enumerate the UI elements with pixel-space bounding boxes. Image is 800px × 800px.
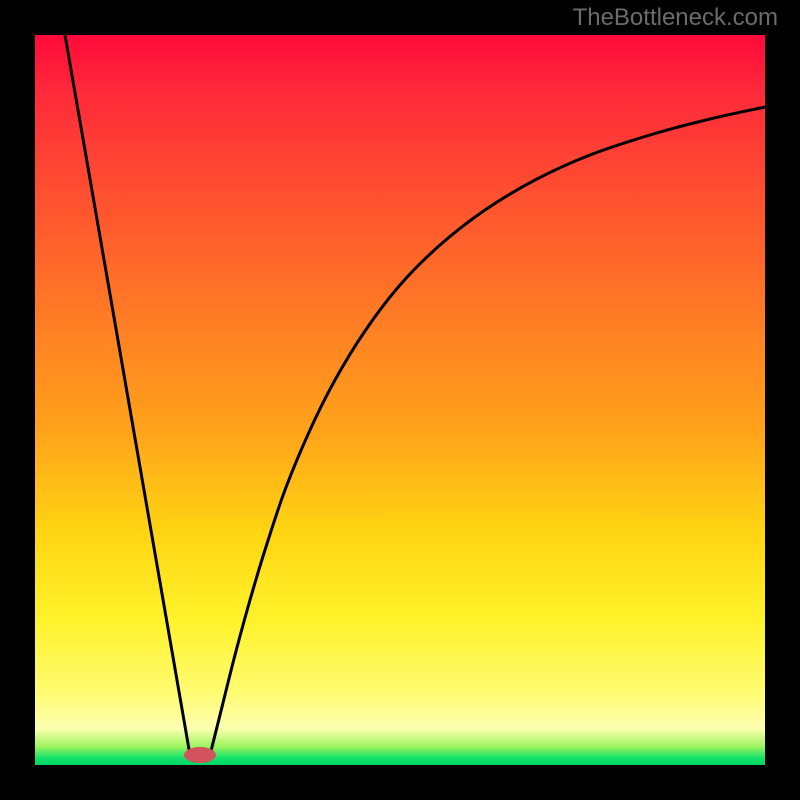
chart-frame: TheBottleneck.com [0,0,800,800]
plot-area [35,35,765,765]
min-marker [184,747,216,763]
watermark-text: TheBottleneck.com [573,4,778,32]
curve-svg [35,35,765,765]
curve-right-branch [210,107,765,755]
curve-left-branch [65,35,190,755]
